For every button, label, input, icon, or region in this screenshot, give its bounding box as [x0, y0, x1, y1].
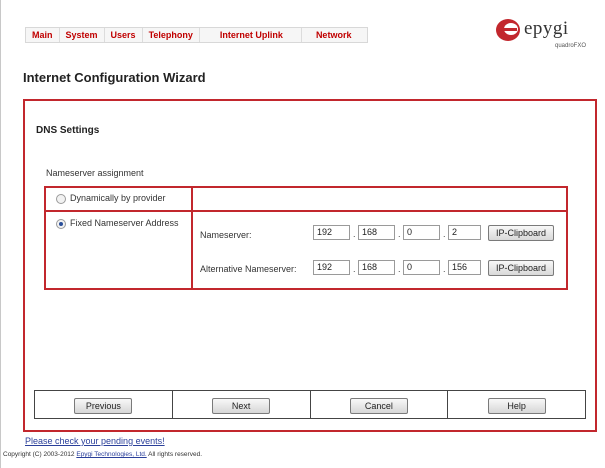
octet-separator: .: [353, 229, 356, 239]
alt-nameserver-octet-2-input[interactable]: 168: [358, 260, 395, 275]
previous-button[interactable]: Previous: [74, 398, 133, 414]
nav-item-system[interactable]: System: [60, 28, 105, 42]
nav-item-users[interactable]: Users: [105, 28, 143, 42]
fixed-nameserver-radio[interactable]: [56, 219, 66, 229]
button-cell: Previous: [35, 391, 173, 418]
section-title: DNS Settings: [36, 125, 100, 136]
help-button[interactable]: Help: [487, 398, 546, 414]
logo-wordmark: epygi: [524, 18, 569, 39]
nav-item-internet-uplink[interactable]: Internet Uplink: [200, 28, 302, 42]
octet-separator: .: [398, 264, 401, 274]
button-cell: Cancel: [311, 391, 449, 418]
wizard-button-bar: Previous Next Cancel Help: [34, 390, 586, 419]
nameserver-octet-1-input[interactable]: 192: [313, 225, 350, 240]
next-button[interactable]: Next: [212, 398, 271, 414]
page-title: Internet Configuration Wizard: [23, 70, 206, 85]
copyright-suffix: All rights reserved.: [148, 451, 202, 458]
button-cell: Next: [173, 391, 311, 418]
epygi-logo-icon: [496, 19, 520, 41]
alt-nameserver-ip-clipboard-button[interactable]: IP-Clipboard: [488, 260, 554, 276]
octet-separator: .: [398, 229, 401, 239]
logo-product-name: quadroFXO: [555, 43, 587, 49]
alt-nameserver-octet-3-input[interactable]: 0: [403, 260, 440, 275]
octet-separator: .: [443, 264, 446, 274]
dynamic-provider-label: Dynamically by provider: [70, 193, 166, 203]
main-navigation: Main System Users Telephony Internet Upl…: [25, 27, 368, 43]
nameserver-octet-3-input[interactable]: 0: [403, 225, 440, 240]
nameserver-assignment-label: Nameserver assignment: [46, 168, 144, 178]
fixed-nameserver-label: Fixed Nameserver Address: [70, 218, 179, 228]
nav-item-network[interactable]: Network: [302, 28, 366, 42]
octet-separator: .: [443, 229, 446, 239]
button-cell: Help: [448, 391, 585, 418]
pending-events-link[interactable]: Please check your pending events!: [25, 436, 165, 446]
copyright-notice: Copyright (C) 2003-2012 Epygi Technologi…: [3, 451, 202, 458]
copyright-prefix: Copyright (C) 2003-2012: [3, 451, 75, 458]
nameserver-ip-clipboard-button[interactable]: IP-Clipboard: [488, 225, 554, 241]
cancel-button[interactable]: Cancel: [349, 398, 408, 414]
octet-separator: .: [353, 264, 356, 274]
nameserver-octet-4-input[interactable]: 2: [448, 225, 481, 240]
table-divider: [46, 210, 566, 212]
nav-item-telephony[interactable]: Telephony: [143, 28, 200, 42]
table-divider: [191, 188, 193, 288]
dynamic-provider-radio[interactable]: [56, 194, 66, 204]
nameserver-label: Nameserver:: [200, 230, 252, 240]
nav-item-main[interactable]: Main: [26, 28, 60, 42]
alt-nameserver-octet-1-input[interactable]: 192: [313, 260, 350, 275]
alt-nameserver-octet-4-input[interactable]: 156: [448, 260, 481, 275]
nameserver-octet-2-input[interactable]: 168: [358, 225, 395, 240]
company-link[interactable]: Epygi Technologies, Ltd.: [76, 451, 146, 458]
alt-nameserver-label: Alternative Nameserver:: [200, 264, 297, 274]
epygi-logo: epygi quadroFXO: [494, 14, 598, 58]
